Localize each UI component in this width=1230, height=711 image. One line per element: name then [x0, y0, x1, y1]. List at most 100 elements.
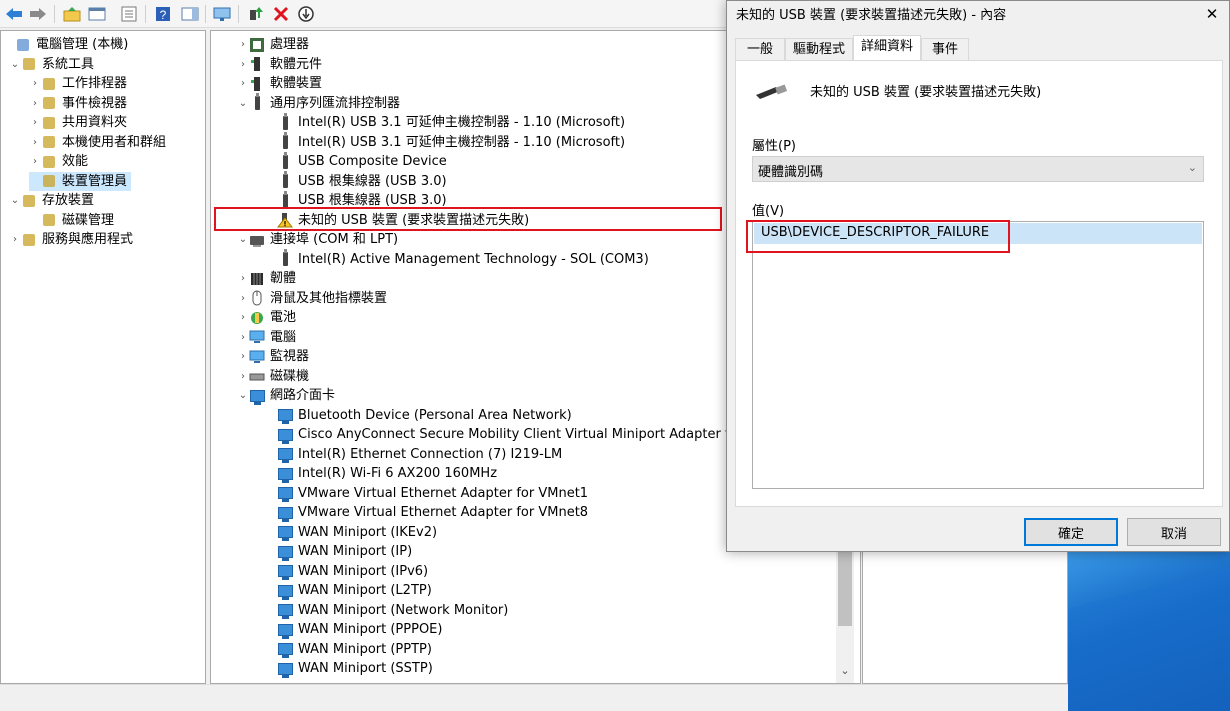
expand-icon[interactable]: ›	[237, 289, 249, 308]
device-category[interactable]: ⌄ 連接埠 (COM 和 LPT)	[237, 230, 398, 249]
expand-icon[interactable]: ⌄	[237, 230, 249, 249]
nav-item[interactable]: 磁碟管理	[29, 211, 114, 230]
nav-item[interactable]: › 事件檢視器	[29, 94, 127, 113]
nav-item[interactable]: › 服務與應用程式	[9, 230, 133, 249]
device-category[interactable]: › 監視器	[237, 347, 309, 366]
computer-icon	[249, 349, 265, 365]
nav-item-label: 事件檢視器	[62, 95, 128, 111]
expand-icon[interactable]: ⌄	[9, 55, 21, 74]
device-item[interactable]: WAN Miniport (IP)	[277, 542, 412, 561]
expand-icon[interactable]: ›	[237, 367, 249, 386]
nav-item-label: 共用資料夾	[62, 115, 128, 130]
device-item[interactable]: WAN Miniport (PPTP)	[277, 640, 432, 659]
network-adapter-icon	[277, 446, 293, 463]
nav-item[interactable]: › 共用資料夾	[29, 113, 127, 132]
action-pane-icon[interactable]	[180, 4, 200, 24]
help-icon[interactable]: ?	[153, 4, 173, 24]
disable-device-icon[interactable]	[296, 4, 316, 24]
device-item[interactable]: Bluetooth Device (Personal Area Network)	[277, 406, 572, 425]
expand-icon[interactable]: ›	[237, 269, 249, 288]
close-icon[interactable]: ✕	[1201, 3, 1223, 25]
show-hide-tree-icon[interactable]	[87, 4, 107, 24]
device-item[interactable]: Intel(R) Active Management Technology - …	[277, 249, 649, 269]
device-item[interactable]: VMware Virtual Ethernet Adapter for VMne…	[277, 503, 588, 522]
update-driver-icon[interactable]	[246, 4, 266, 24]
device-category[interactable]: › 韌體	[237, 269, 296, 288]
property-select[interactable]: 硬體識別碼 ⌄	[752, 156, 1204, 182]
nav-item[interactable]: › 工作排程器	[29, 74, 127, 93]
expand-icon[interactable]: ›	[237, 308, 249, 327]
expand-icon[interactable]	[3, 35, 15, 54]
cancel-button[interactable]: 取消	[1127, 518, 1221, 546]
expand-icon[interactable]: ›	[237, 35, 249, 54]
nav-item[interactable]: 裝置管理員	[29, 171, 132, 191]
device-category[interactable]: › 滑鼠及其他指標裝置	[237, 289, 387, 308]
device-item[interactable]: Intel(R) Wi-Fi 6 AX200 160MHz	[277, 464, 497, 483]
tab-events[interactable]: 事件	[921, 38, 969, 60]
back-arrow-icon[interactable]	[4, 4, 24, 24]
nav-item[interactable]: › 效能	[29, 152, 88, 171]
computer-management-icon	[15, 37, 31, 53]
device-item[interactable]: USB 根集線器 (USB 3.0)	[277, 171, 447, 191]
device-item[interactable]: WAN Miniport (SSTP)	[277, 659, 433, 678]
expand-icon[interactable]: ⌄	[9, 191, 21, 210]
device-item[interactable]: Intel(R) Ethernet Connection (7) I219-LM	[277, 445, 562, 464]
nav-item[interactable]: ⌄ 存放裝置	[9, 191, 94, 210]
device-item[interactable]: Intel(R) USB 3.1 可延伸主機控制器 - 1.10 (Micros…	[277, 112, 626, 132]
network-adapter-icon	[277, 485, 293, 502]
expand-icon[interactable]: ›	[237, 74, 249, 93]
device-category[interactable]: ⌄ 網路介面卡	[237, 386, 335, 405]
device-label: WAN Miniport (PPPOE)	[298, 622, 443, 637]
expand-icon[interactable]: ›	[237, 347, 249, 366]
expand-icon[interactable]: ⌄	[237, 386, 249, 405]
device-category[interactable]: › 軟體裝置	[237, 74, 322, 93]
device-label: WAN Miniport (IPv6)	[298, 563, 429, 579]
scrollbar-thumb[interactable]	[838, 546, 852, 626]
expand-icon[interactable]: ›	[29, 113, 41, 132]
ok-button[interactable]: 確定	[1024, 518, 1118, 546]
device-item[interactable]: WAN Miniport (IKEv2)	[277, 523, 437, 542]
tab-details[interactable]: 詳細資料	[853, 35, 921, 61]
device-item[interactable]: USB Composite Device	[277, 151, 447, 171]
expand-icon[interactable]: ›	[237, 55, 249, 74]
nav-item[interactable]: ⌄ 系統工具	[9, 55, 94, 74]
device-item[interactable]: Intel(R) USB 3.1 可延伸主機控制器 - 1.10 (Micros…	[277, 132, 625, 152]
device-category[interactable]: › 磁碟機	[237, 367, 309, 386]
device-item[interactable]: WAN Miniport (IPv6)	[277, 562, 428, 581]
device-label: WAN Miniport (SSTP)	[298, 661, 433, 676]
tab-general[interactable]: 一般	[735, 38, 785, 60]
properties-icon[interactable]	[119, 4, 139, 24]
device-category[interactable]: ⌄ 通用序列匯流排控制器	[237, 93, 400, 113]
expand-icon[interactable]: ⌄	[237, 94, 249, 113]
device-label: Intel(R) Ethernet Connection (7) I219-LM	[298, 446, 563, 462]
value-list[interactable]: USB\DEVICE_DESCRIPTOR_FAILURE	[752, 221, 1204, 489]
device-item[interactable]: WAN Miniport (Network Monitor)	[277, 601, 508, 620]
device-manager-icon	[41, 173, 57, 189]
nav-item[interactable]: › 本機使用者和群組	[29, 133, 166, 152]
device-label: Intel(R) USB 3.1 可延伸主機控制器 - 1.10 (Micros…	[298, 115, 626, 130]
device-item[interactable]: WAN Miniport (PPPOE)	[277, 620, 442, 639]
monitor-icon[interactable]	[212, 4, 232, 24]
device-category[interactable]: › 軟體元件	[237, 55, 322, 74]
scroll-down-icon[interactable]: ⌄	[839, 664, 851, 678]
expand-icon[interactable]: ›	[29, 74, 41, 93]
expand-icon[interactable]: ›	[237, 328, 249, 347]
forward-arrow-icon[interactable]	[28, 4, 48, 24]
up-folder-icon[interactable]	[62, 4, 82, 24]
expand-icon[interactable]	[29, 172, 41, 191]
nav-item[interactable]: 電腦管理 (本機)	[3, 35, 128, 54]
network-adapter-icon	[277, 661, 293, 678]
expand-icon[interactable]: ›	[29, 133, 41, 152]
expand-icon[interactable]: ›	[29, 152, 41, 171]
expand-icon[interactable]: ›	[9, 230, 21, 249]
expand-icon[interactable]	[29, 211, 41, 230]
device-category[interactable]: › 處理器	[237, 35, 309, 54]
tab-driver[interactable]: 驅動程式	[785, 38, 853, 60]
device-item[interactable]: WAN Miniport (L2TP)	[277, 581, 432, 600]
device-category[interactable]: › 電腦	[237, 328, 296, 347]
device-category[interactable]: › 電池	[237, 308, 296, 327]
device-label: WAN Miniport (IKEv2)	[298, 524, 438, 540]
device-item[interactable]: VMware Virtual Ethernet Adapter for VMne…	[277, 484, 588, 503]
expand-icon[interactable]: ›	[29, 94, 41, 113]
uninstall-device-icon[interactable]	[271, 4, 291, 24]
